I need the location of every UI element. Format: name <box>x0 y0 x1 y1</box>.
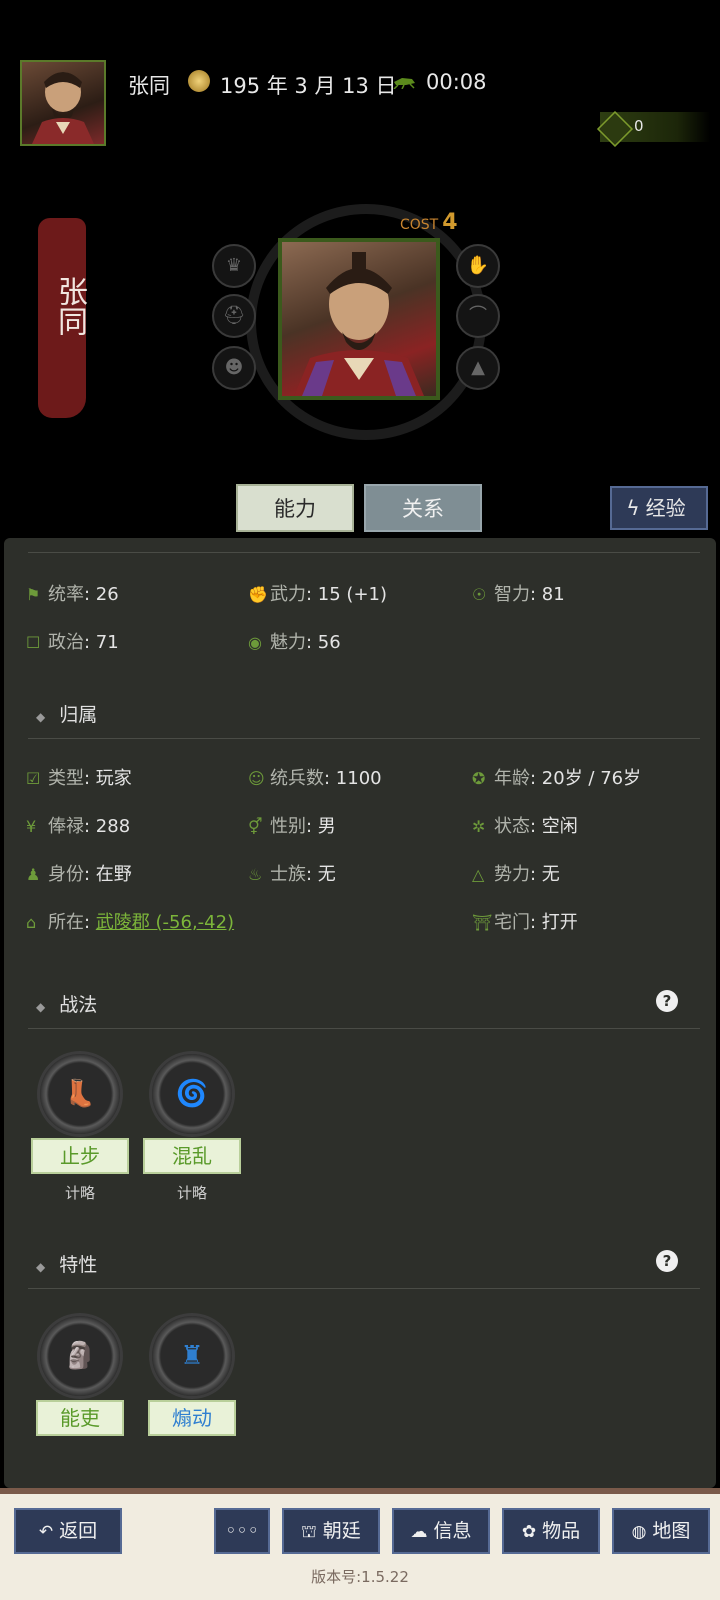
game-date: 195 年 3 月 13 日 <box>220 74 397 98</box>
stat-zhengzhi: ☐ 政治: 71 <box>26 632 119 653</box>
soldier-icon: ☺ <box>248 769 265 788</box>
speaker-icon: ♜ <box>180 1341 204 1371</box>
info-type: ☑ 类型: 玩家 <box>26 768 132 789</box>
gender-icon: ⚥ <box>248 817 263 836</box>
lightning-icon: ϟ <box>626 496 640 520</box>
tactic-type: 计略 <box>64 1184 95 1202</box>
version-label: 版本号:1.5.22 <box>311 1568 409 1586</box>
tactic-name[interactable]: 混乱 <box>143 1138 241 1174</box>
cost-indicator: COST 4 <box>400 210 458 235</box>
divider <box>28 1288 700 1289</box>
divider <box>28 552 700 553</box>
tactic-name[interactable]: 止步 <box>31 1138 129 1174</box>
clan-icon: ♨ <box>248 865 263 884</box>
court-button[interactable]: ⛫ 朝廷 <box>282 1508 380 1554</box>
tab-ability[interactable]: 能力 <box>236 484 354 532</box>
divider <box>28 1028 700 1029</box>
back-button[interactable]: ↶ 返回 <box>14 1508 122 1554</box>
chat-bubble-icon: ☁ <box>410 1522 428 1542</box>
globe-icon: ◍ <box>631 1522 647 1542</box>
tactics-help-icon[interactable]: ? <box>656 990 678 1012</box>
brain-icon: ☉ <box>472 585 487 604</box>
palace-icon: ⛫ <box>301 1522 317 1542</box>
resource-value: 0 <box>634 117 644 135</box>
calendar-check-icon: ☑ <box>26 769 41 788</box>
stat-meili: ◉ 魅力: 56 <box>248 632 341 653</box>
hand-coin-icon[interactable]: ✋ <box>456 244 500 288</box>
section-affiliation: ◆ 归属 <box>36 704 98 726</box>
traits-help-icon[interactable]: ? <box>656 1250 678 1272</box>
info-gate: ⛩宅门: 打开 <box>472 912 578 933</box>
info-status: ✲ 状态: 空闲 <box>472 816 578 837</box>
money-bag-icon <box>596 110 634 148</box>
top-bar: 张同 195 年 3 月 13 日 00:08 0 <box>0 0 720 170</box>
bag-icon: ✿ <box>521 1522 537 1542</box>
graduation-cap-icon[interactable]: ▲ <box>456 346 500 390</box>
map-button[interactable]: ◍ 地图 <box>612 1508 710 1554</box>
divider <box>28 738 700 739</box>
scroll-icon: ☐ <box>26 633 41 652</box>
stat-zhili: ☉ 智力: 81 <box>472 584 565 605</box>
bottom-nav: ↶ 返回 ◦◦◦ ⛫ 朝廷 ☁ 信息 ✿ 物品 ◍ 地图 版本号:1.5.22 <box>0 1488 720 1600</box>
info-salary: ¥ 俸禄: 288 <box>26 816 131 837</box>
player-avatar[interactable] <box>20 60 106 146</box>
tactic-stop-icon[interactable]: 👢 <box>40 1054 120 1134</box>
mountain-icon: △ <box>472 865 485 884</box>
name-banner: 张同 <box>38 218 87 418</box>
trait-name[interactable]: 煽动 <box>148 1400 236 1436</box>
gate-icon: ⛩ <box>472 913 493 932</box>
calendar-icon <box>188 70 210 92</box>
stat-wuli: ✊ 武力: 15 (+1) <box>248 584 388 605</box>
cost-value: 4 <box>442 210 458 235</box>
helmet-icon[interactable]: ⛑ <box>212 294 256 338</box>
info-clan: ♨ 士族: 无 <box>248 864 336 885</box>
section-traits: ◆ 特性 <box>36 1254 98 1276</box>
info-faction: △ 势力: 无 <box>472 864 560 885</box>
game-time: 00:08 <box>426 70 487 94</box>
trait-official-icon[interactable]: 🗿 <box>40 1316 120 1396</box>
building-icon: ⌂ <box>26 913 37 932</box>
age-icon: ✪ <box>472 769 486 788</box>
swirl-icon: 🌀 <box>175 1079 209 1109</box>
detail-panel[interactable]: ⚑ 统率: 26 ✊ 武力: 15 (+1) ☉ 智力: 81 ☐ 政治: 71 ◉ 魅力… <box>4 538 716 1488</box>
boot-icon: 👢 <box>63 1079 97 1109</box>
banner-name: 张同 <box>52 276 87 336</box>
experience-button[interactable]: ϟ 经验 <box>610 486 708 530</box>
player-name: 张同 <box>128 74 170 98</box>
eye-icon: ◉ <box>248 633 262 652</box>
info-gender: ⚥ 性别: 男 <box>248 816 336 837</box>
resource-counter[interactable]: 0 <box>596 110 710 148</box>
tactic-confuse-icon[interactable]: 🌀 <box>152 1054 232 1134</box>
info-location: ⌂ 所在: 武陵郡 (-56,-42) <box>26 912 235 933</box>
arm-icon: ✊ <box>248 585 268 604</box>
tab-relation[interactable]: 关系 <box>364 484 482 532</box>
info-troops: ☺ 统兵数: 1100 <box>248 768 382 789</box>
hero-portrait <box>278 238 440 400</box>
trait-name[interactable]: 能吏 <box>36 1400 124 1436</box>
trait-incite-icon[interactable]: ♜ <box>152 1316 232 1396</box>
mask-icon[interactable]: ☻ <box>212 346 256 390</box>
info-age: ✪ 年龄: 20岁 / 76岁 <box>472 768 642 789</box>
items-button[interactable]: ✿ 物品 <box>502 1508 600 1554</box>
more-button[interactable]: ◦◦◦ <box>214 1508 270 1554</box>
person-icon: ♟ <box>26 865 41 884</box>
cost-label: COST <box>400 217 439 233</box>
section-tactics: ◆ 战法 <box>36 994 98 1016</box>
experience-label: 经验 <box>645 496 686 520</box>
stat-tongshuai: ⚑ 统率: 26 <box>26 584 119 605</box>
yen-coin-icon: ¥ <box>26 817 37 836</box>
tactic-type: 计略 <box>176 1184 207 1202</box>
moai-icon: 🗿 <box>63 1341 97 1371</box>
cricket-icon <box>393 78 415 89</box>
info-button[interactable]: ☁ 信息 <box>392 1508 490 1554</box>
status-icon: ✲ <box>472 817 486 836</box>
location-link[interactable]: 武陵郡 (-56,-42) <box>96 912 234 933</box>
back-arrow-icon: ↶ <box>38 1522 54 1542</box>
info-identity: ♟ 身份: 在野 <box>26 864 132 885</box>
crown-icon[interactable]: ♛ <box>212 244 256 288</box>
flag-icon: ⚑ <box>26 585 41 604</box>
hat-icon[interactable]: ⌒ <box>456 294 500 338</box>
